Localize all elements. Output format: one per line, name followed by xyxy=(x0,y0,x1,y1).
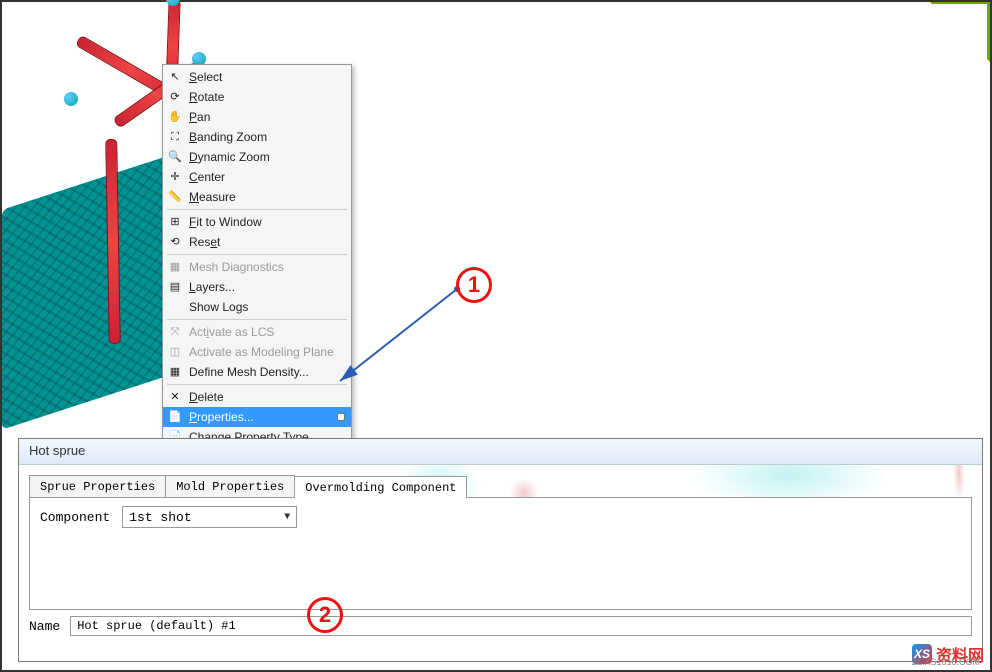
annotation-circle-2: 2 xyxy=(307,597,343,633)
annotation-number: 1 xyxy=(468,272,480,298)
dialog-title-bar[interactable]: Hot sprue xyxy=(19,439,982,465)
3d-viewport[interactable]: ↖ Select ⟳ Rotate ✋ Pan ⛶ Banding Zoom 🔍 Dynamic … xyxy=(12,4,987,424)
name-input[interactable] xyxy=(70,616,972,636)
menu-item-activate-as-modeling-plane: ◫ Activate as Modeling Plane xyxy=(163,342,351,362)
menu-item-pan[interactable]: ✋ Pan xyxy=(163,107,351,127)
menu-item-layers[interactable]: ▤ Layers... xyxy=(163,277,351,297)
component-value: 1st shot xyxy=(129,510,191,525)
menu-item-label: Mesh Diagnostics xyxy=(189,260,345,274)
menu-item-label: Show Logs xyxy=(189,300,345,314)
menu-item-measure[interactable]: 📏 Measure xyxy=(163,187,351,207)
tab-mold-properties[interactable]: Mold Properties xyxy=(165,475,295,497)
menu-separator xyxy=(167,319,347,320)
annotation-arrow-1 xyxy=(332,279,467,389)
menu-item-icon: ↖ xyxy=(167,69,183,85)
menu-item-icon: ⟲ xyxy=(167,234,183,250)
menu-item-icon: ▦ xyxy=(167,259,183,275)
menu-item-label: Activate as LCS xyxy=(189,325,345,339)
menu-item-fit-to-window[interactable]: ⊞ Fit to Window xyxy=(163,212,351,232)
sprue-pipe xyxy=(105,139,121,344)
menu-item-label: Delete xyxy=(189,390,345,404)
menu-item-icon: ✋ xyxy=(167,109,183,125)
menu-item-label: Properties... xyxy=(189,410,331,424)
component-label: Component xyxy=(40,510,110,525)
properties-dialog: Hot sprue Sprue PropertiesMold Propertie… xyxy=(18,438,983,662)
menu-item-define-mesh-density[interactable]: ▦ Define Mesh Density... xyxy=(163,362,351,382)
menu-item-label: Rotate xyxy=(189,90,345,104)
menu-item-icon: ◫ xyxy=(167,344,183,360)
menu-item-icon: ⤧ xyxy=(167,324,183,340)
menu-item-properties[interactable]: 📄 Properties... xyxy=(163,407,351,427)
menu-item-icon: ✛ xyxy=(167,169,183,185)
menu-item-rotate[interactable]: ⟳ Rotate xyxy=(163,87,351,107)
menu-item-reset[interactable]: ⟲ Reset xyxy=(163,232,351,252)
menu-item-label: Measure xyxy=(189,190,345,204)
menu-item-show-logs[interactable]: Show Logs xyxy=(163,297,351,317)
menu-item-icon: 📄 xyxy=(167,409,183,425)
menu-item-icon: ▦ xyxy=(167,364,183,380)
menu-item-icon: ✕ xyxy=(167,389,183,405)
menu-item-label: Center xyxy=(189,170,345,184)
dialog-title: Hot sprue xyxy=(29,443,85,458)
menu-item-banding-zoom[interactable]: ⛶ Banding Zoom xyxy=(163,127,351,147)
menu-item-label: Select xyxy=(189,70,345,84)
menu-item-icon: 🔍 xyxy=(167,149,183,165)
menu-item-icon: 📏 xyxy=(167,189,183,205)
menu-separator xyxy=(167,209,347,210)
watermark: XS 资料网 ZL.XS1616.COM xyxy=(912,642,984,666)
name-label: Name xyxy=(29,619,60,634)
menu-item-select[interactable]: ↖ Select xyxy=(163,67,351,87)
context-menu: ↖ Select ⟳ Rotate ✋ Pan ⛶ Banding Zoom 🔍 Dynamic … xyxy=(162,64,352,450)
watermark-url: ZL.XS1616.COM xyxy=(911,657,980,667)
component-dropdown[interactable]: 1st shot ▼ xyxy=(122,506,297,528)
menu-separator xyxy=(167,254,347,255)
tab-bar: Sprue PropertiesMold PropertiesOvermoldi… xyxy=(29,475,972,498)
menu-item-label: Define Mesh Density... xyxy=(189,365,345,379)
tab-overmolding-component[interactable]: Overmolding Component xyxy=(294,476,467,498)
menu-item-delete[interactable]: ✕ Delete xyxy=(163,387,351,407)
menu-item-center[interactable]: ✛ Center xyxy=(163,167,351,187)
menu-item-icon: ▤ xyxy=(167,279,183,295)
tab-sprue-properties[interactable]: Sprue Properties xyxy=(29,475,166,497)
menu-item-label: Activate as Modeling Plane xyxy=(189,345,345,359)
menu-item-mesh-diagnostics: ▦ Mesh Diagnostics xyxy=(163,257,351,277)
menu-item-label: Layers... xyxy=(189,280,345,294)
node-sphere xyxy=(64,92,78,106)
annotation-circle-1: 1 xyxy=(456,267,492,303)
menu-item-label: Fit to Window xyxy=(189,215,345,229)
menu-item-label: Pan xyxy=(189,110,345,124)
menu-item-icon: ⛶ xyxy=(167,129,183,145)
menu-separator xyxy=(167,384,347,385)
chevron-down-icon: ▼ xyxy=(284,512,290,523)
tab-panel: Component 1st shot ▼ xyxy=(29,498,972,610)
menu-item-icon: ⟳ xyxy=(167,89,183,105)
menu-item-label: Dynamic Zoom xyxy=(189,150,345,164)
menu-item-activate-as-lcs: ⤧ Activate as LCS xyxy=(163,322,351,342)
menu-item-label: Banding Zoom xyxy=(189,130,345,144)
menu-item-marker xyxy=(337,413,345,421)
annotation-number: 2 xyxy=(319,602,331,628)
menu-item-dynamic-zoom[interactable]: 🔍 Dynamic Zoom xyxy=(163,147,351,167)
menu-item-icon: ⊞ xyxy=(167,214,183,230)
menu-item-label: Reset xyxy=(189,235,345,249)
